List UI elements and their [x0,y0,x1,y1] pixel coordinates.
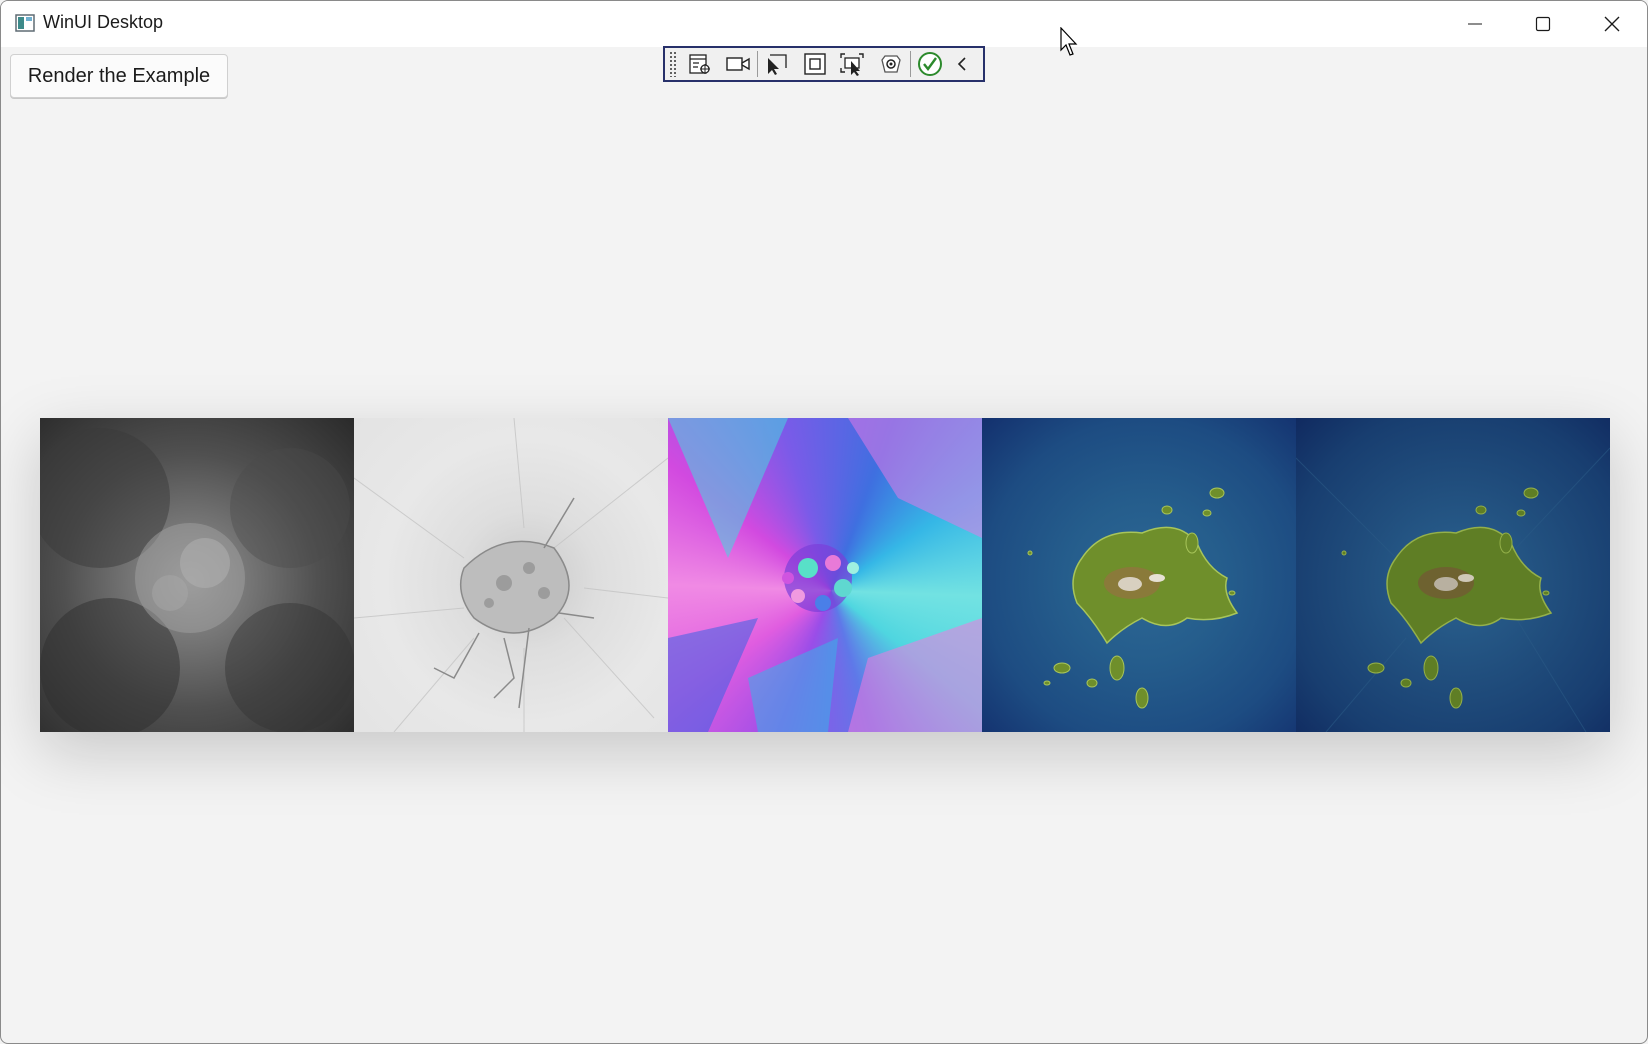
terrain-image-strip [40,418,1610,732]
binding-failures-button[interactable] [911,48,949,80]
select-element-camera-button[interactable] [719,48,757,80]
select-element-icon [768,54,787,75]
slope-map-texture [354,418,668,732]
track-focus-icon [840,53,864,76]
toolbar-drag-grip[interactable] [669,51,677,77]
title-bar[interactable]: WinUI Desktop [1,1,1647,47]
normal-map-texture [668,418,982,732]
chevron-left-icon [957,57,966,71]
heightmap-texture [40,428,354,732]
terrain-color-panel [982,418,1296,732]
close-icon [1604,16,1620,32]
hot-reload-button[interactable] [872,48,910,80]
live-visual-tree-icon [689,54,710,74]
check-circle-icon [918,52,942,76]
app-icon [15,14,35,32]
app-window: WinUI Desktop Render the Example [0,0,1648,1044]
minimize-icon [1468,23,1482,25]
camera-icon [726,57,750,71]
mouse-cursor-icon [1060,27,1078,56]
minimize-button[interactable] [1441,1,1509,47]
maximize-button[interactable] [1509,1,1577,47]
slope-map-panel [354,418,668,732]
maximize-icon [1535,16,1551,32]
close-button[interactable] [1578,1,1646,47]
hot-reload-icon [881,55,901,73]
display-layout-adorners-button[interactable] [796,48,834,80]
island-shaded-map [1296,447,1610,732]
window-title: WinUI Desktop [43,12,164,32]
island-map [1027,487,1239,709]
render-example-button[interactable]: Render the Example [10,54,228,98]
xaml-debug-toolbar[interactable] [663,46,985,82]
layout-adorners-icon [804,53,826,75]
go-to-live-visual-tree-button[interactable] [681,48,719,80]
track-focus-button[interactable] [834,48,872,80]
collapse-toolbar-button[interactable] [949,48,975,80]
select-element-button[interactable] [758,48,796,80]
terrain-shaded-panel [1296,418,1610,732]
normal-map-panel [668,418,982,732]
heightmap-panel [40,418,354,732]
